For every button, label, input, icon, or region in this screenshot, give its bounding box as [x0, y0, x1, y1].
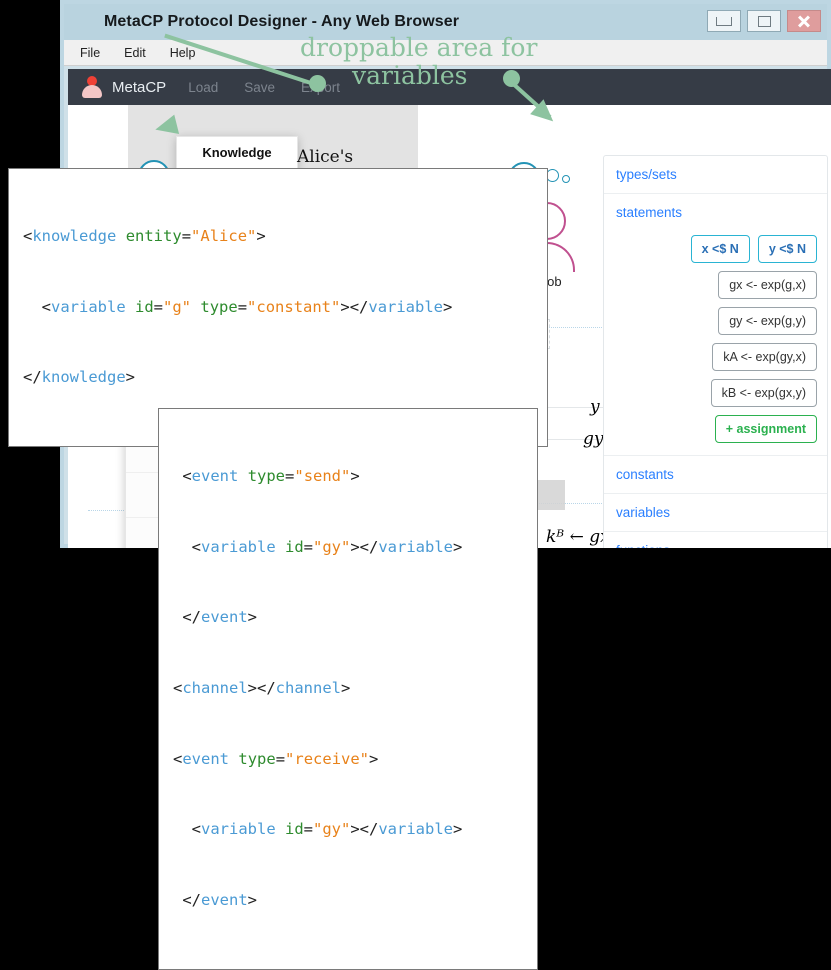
code-line: </event>: [173, 890, 258, 909]
statement-chip-x-in-N[interactable]: x <$ N: [690, 235, 750, 263]
maximize-icon: [757, 15, 771, 27]
statement-chip-kB[interactable]: kB <- exp(gx,y): [710, 379, 817, 407]
sidebar-section-constants[interactable]: constants: [604, 456, 827, 494]
menu-item-file[interactable]: File: [64, 46, 112, 60]
window-controls: [707, 10, 821, 32]
status-dot-small: [562, 175, 570, 183]
code-line: </knowledge>: [23, 368, 136, 387]
code-line: <variable id="gy"></variable>: [173, 537, 463, 556]
add-assignment-button[interactable]: + assignment: [714, 415, 817, 443]
sidebar-section-types-sets[interactable]: types/sets: [604, 156, 827, 194]
screenshot-root: MetaCP Protocol Designer - Any Web Brows…: [0, 0, 831, 970]
sidebar-section-functions[interactable]: functions: [604, 532, 827, 548]
nav-load[interactable]: Load: [188, 80, 218, 95]
sidebar-item-types-sets[interactable]: types/sets: [604, 156, 827, 193]
statements-list: x <$ N y <$ N gx <- exp(g,x) gy <- exp(g…: [604, 231, 827, 455]
minimize-button[interactable]: [707, 10, 741, 32]
statement-chip-row: x <$ N y <$ N: [690, 235, 817, 263]
nav-save[interactable]: Save: [244, 80, 275, 95]
statement-chip-gx[interactable]: gx <- exp(g,x): [718, 271, 817, 299]
sidebar-item-statements[interactable]: statements: [604, 194, 827, 231]
code-overlay-events: <event type="send"> <variable id="gy"></…: [158, 408, 538, 970]
menu-item-edit[interactable]: Edit: [112, 46, 158, 60]
code-line: <channel></channel>: [173, 679, 351, 698]
sidebar-section-statements[interactable]: statements x <$ N y <$ N gx <- exp(g,x) …: [604, 194, 827, 456]
maximize-button[interactable]: [747, 10, 781, 32]
minimize-icon: [716, 16, 732, 26]
window-title: MetaCP Protocol Designer - Any Web Brows…: [104, 13, 460, 30]
sidebar-item-variables[interactable]: variables: [604, 494, 827, 531]
knowledge-popup-title: Knowledge: [177, 137, 297, 169]
app-brand: MetaCP: [112, 78, 167, 96]
palette-sidebar[interactable]: types/sets statements x <$ N y <$ N gx <…: [603, 155, 828, 548]
statement-chip-kA[interactable]: kA <- exp(gy,x): [712, 343, 817, 371]
close-icon: [797, 15, 811, 27]
code-line: <event type="send">: [173, 467, 360, 486]
annotation-droppable-line1: droppable area for: [300, 33, 538, 62]
close-button[interactable]: [787, 10, 821, 32]
annotation-droppable-line2: variables: [352, 61, 468, 90]
code-line: <variable id="gy"></variable>: [173, 820, 463, 839]
code-line: </event>: [173, 608, 258, 627]
metacp-logo-icon: [82, 76, 102, 98]
code-overlay-knowledge: <knowledge entity="Alice"> <variable id=…: [8, 168, 548, 448]
sidebar-item-constants[interactable]: constants: [604, 456, 827, 493]
statement-chip-y-in-N[interactable]: y <$ N: [757, 235, 817, 263]
code-line: <knowledge entity="Alice">: [23, 227, 266, 246]
sidebar-section-variables[interactable]: variables: [604, 494, 827, 532]
sidebar-item-functions[interactable]: functions: [604, 532, 827, 548]
statement-chip-gy[interactable]: gy <- exp(g,y): [718, 307, 817, 335]
code-line: <variable id="g" type="constant"></varia…: [23, 297, 453, 316]
code-line: <event type="receive">: [173, 749, 379, 768]
